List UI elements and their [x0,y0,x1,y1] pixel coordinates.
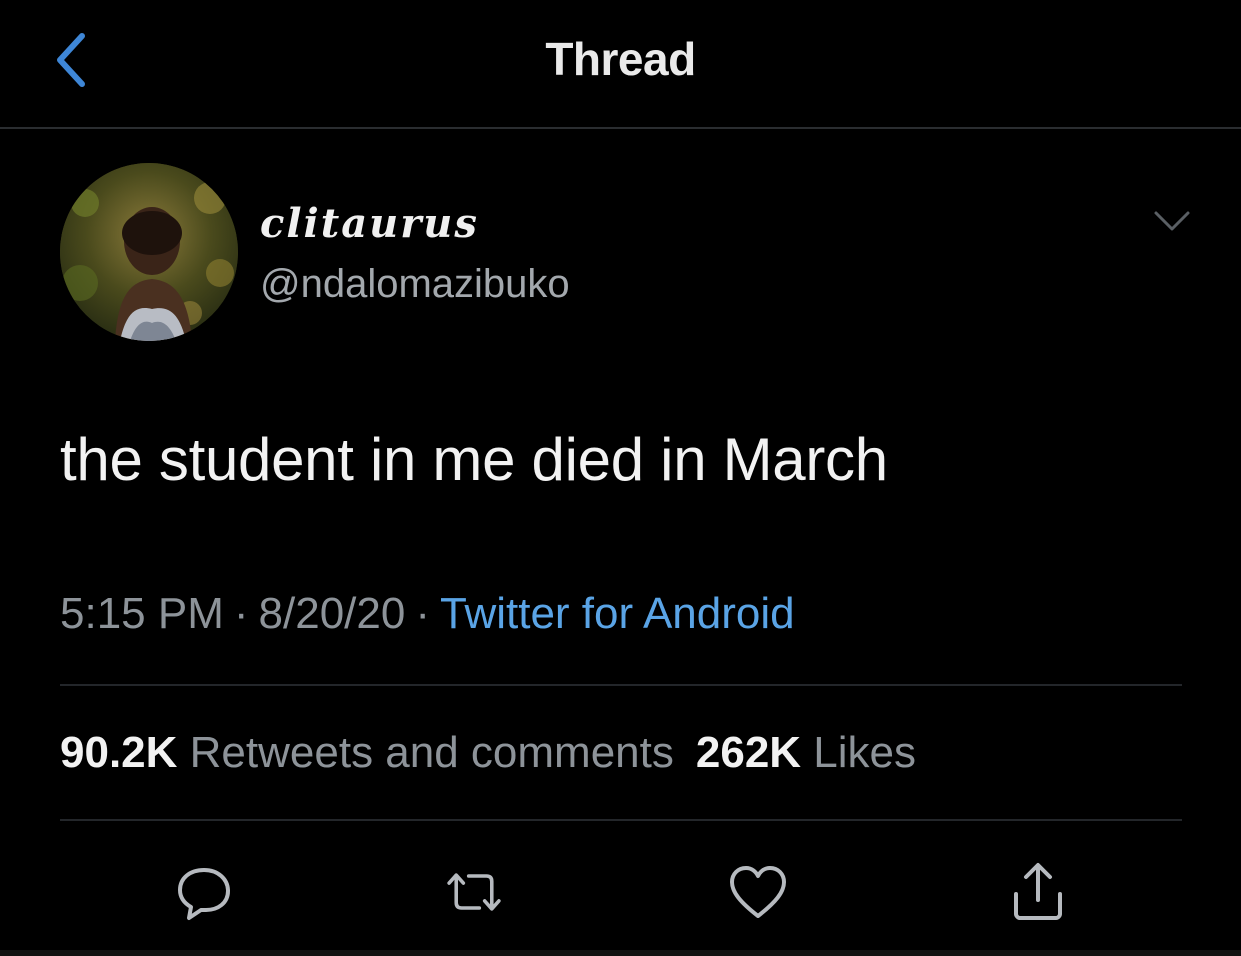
avatar-image [60,163,238,341]
avatar[interactable] [60,163,238,341]
tweet-stats: 90.2K Retweets and comments 262K Likes [60,725,916,781]
top-bar: Thread [0,0,1241,129]
retweets-label: Retweets and comments [189,728,674,777]
like-button[interactable] [726,860,790,924]
reply-button[interactable] [172,860,236,924]
retweets-count: 90.2K [60,728,178,777]
user-info[interactable]: clitaurus @ndalomazibuko [260,196,570,312]
likes-label: Likes [813,728,917,777]
reply-icon [178,868,230,920]
tweet-date: 8/20/20 [258,589,406,638]
chevron-down-icon [1154,211,1190,231]
tweet-text: the student in me died in March [60,426,888,493]
more-options-button[interactable] [1150,205,1194,237]
tweet-time: 5:15 PM [60,589,224,638]
share-icon [1014,863,1062,920]
retweets-stat[interactable]: 90.2K Retweets and comments [60,728,674,777]
tweet-screen: Thread clitaurus @ndalomazibuko the stud… [0,0,1241,956]
likes-count: 262K [695,728,802,777]
page-title: Thread [545,33,696,85]
retweet-icon [447,873,501,911]
tweet-meta: 5:15 PM · 8/20/20 · Twitter for Android [60,586,795,642]
likes-stat[interactable]: 262K Likes [696,728,916,777]
heart-icon [730,866,786,918]
bottom-edge [0,950,1241,956]
meta-separator: · [233,589,249,638]
divider [60,684,1182,686]
retweet-button[interactable] [442,860,506,924]
user-handle[interactable]: @ndalomazibuko [260,256,570,312]
display-name[interactable]: clitaurus [260,196,570,252]
share-button[interactable] [1006,860,1070,924]
tweet-source-link[interactable]: Twitter for Android [440,589,795,638]
meta-separator: · [415,589,430,638]
divider [60,819,1182,821]
